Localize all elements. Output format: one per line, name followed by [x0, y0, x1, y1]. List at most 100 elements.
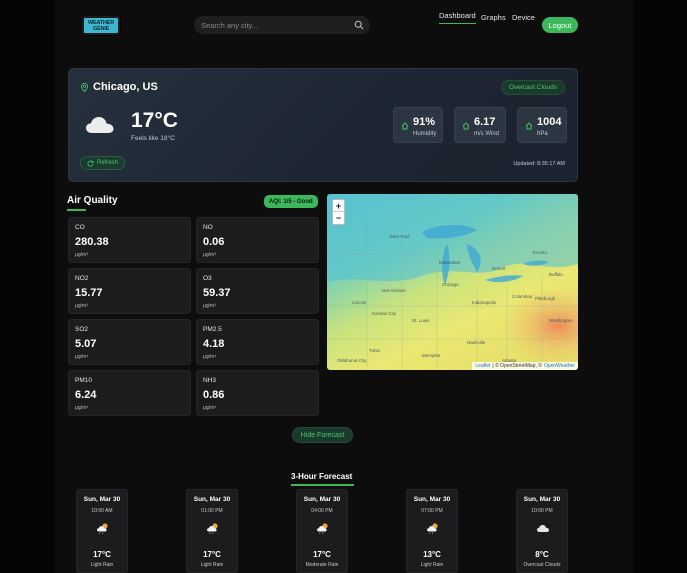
forecast-card: Sun, Mar 30 10:00 AM 17°C Light Rain: [76, 489, 128, 573]
pollutant-unit: μg/m³: [75, 354, 88, 360]
sun-cloud-rain-icon: [317, 523, 328, 535]
pressure-icon: [525, 122, 533, 130]
pollutant-value: 15.77: [75, 287, 103, 299]
search-icon[interactable]: [354, 20, 364, 30]
current-temperature: 17°C: [131, 109, 178, 132]
pollutant-value: 280.38: [75, 236, 109, 248]
forecast-temp: 17°C: [93, 550, 111, 559]
refresh-button[interactable]: Refresh: [80, 156, 125, 170]
wind-value: 6.17: [474, 116, 496, 128]
wind-label: m/s Wind: [474, 131, 500, 137]
map-label: St. Louis: [412, 318, 430, 323]
pollutant-name: PM2.5: [203, 326, 222, 333]
forecast-day: Sun, Mar 30: [523, 496, 561, 503]
map-label: Columbus: [512, 294, 533, 299]
city-heading: Chicago, US: [81, 81, 158, 93]
pressure-value: 1004: [537, 116, 562, 128]
sun-cloud-rain-icon: [427, 523, 438, 535]
pollutant-unit: μg/m³: [75, 405, 88, 411]
refresh-icon: [87, 160, 94, 167]
map-label: Milwaukee: [439, 260, 461, 265]
pollutant-value: 6.24: [75, 389, 97, 401]
pollutant-name: NH3: [203, 377, 217, 384]
pollutant-name: SO2: [75, 326, 89, 333]
map-attribution: Leaflet | © OpenStreetMap, © OpenWeather: [472, 362, 578, 370]
logo-text-line2: GENIE: [92, 25, 110, 32]
forecast-temp: 8°C: [535, 550, 549, 559]
humidity-value: 91%: [413, 116, 436, 128]
map-label: Chicago: [442, 282, 459, 287]
pollutant-name: O3: [203, 275, 212, 282]
zoom-out-button[interactable]: −: [333, 212, 344, 224]
refresh-label: Refresh: [96, 160, 118, 166]
leaflet-link[interactable]: Leaflet: [475, 363, 490, 369]
pollutant-value: 5.07: [75, 338, 97, 350]
forecast-day: Sun, Mar 30: [193, 496, 231, 503]
hide-forecast-button[interactable]: Hide Forecast: [292, 427, 353, 443]
openweather-link[interactable]: OpenWeather: [544, 363, 575, 369]
forecast-temp: 17°C: [203, 550, 221, 559]
forecast-day: Sun, Mar 30: [413, 496, 451, 503]
nav-dashboard[interactable]: Dashboard: [439, 11, 476, 24]
pollutant-unit: μg/m³: [203, 303, 216, 309]
pressure-label: hPa: [537, 131, 548, 137]
pollutant-unit: μg/m³: [75, 303, 88, 309]
weather-map[interactable]: Saint Paul Milwaukee Chicago Des Moines …: [327, 194, 578, 370]
map-label: Toronto: [532, 250, 548, 255]
cloud-icon: [537, 525, 549, 532]
search-bar: [194, 16, 370, 34]
overcast-cloud-icon: [86, 117, 114, 133]
pollutant-name: PM10: [75, 377, 92, 384]
map-label: Oklahoma City: [337, 358, 367, 363]
pollutant-name: NO: [203, 224, 213, 231]
map-label: Pittsburgh: [535, 296, 556, 301]
nav-graphs[interactable]: Graphs: [481, 13, 506, 22]
map-label: Saint Paul: [389, 234, 410, 239]
pollutant-name: NO2: [75, 275, 89, 282]
forecast-desc: Moderate Rain: [305, 562, 339, 568]
forecast-card: Sun, Mar 30 01:00 PM 17°C Light Rain: [186, 489, 238, 573]
pollutant-name: CO: [75, 224, 85, 231]
nav-device[interactable]: Device: [512, 13, 535, 22]
wind-stat: 6.17 m/s Wind: [454, 107, 506, 143]
zoom-in-button[interactable]: +: [333, 200, 344, 212]
pollutant-unit: μg/m³: [203, 252, 216, 258]
feels-like: Feels like 18°C: [131, 135, 175, 142]
pressure-stat: 1004 hPa: [517, 107, 567, 143]
pollutant-card: O3 59.37 μg/m³: [196, 268, 319, 314]
map-canvas[interactable]: Saint Paul Milwaukee Chicago Des Moines …: [327, 194, 578, 370]
search-input[interactable]: [194, 20, 344, 30]
wind-icon: [462, 122, 470, 130]
app-logo[interactable]: WEATHER GENIE: [82, 16, 120, 35]
forecast-time: 04:00 PM: [311, 508, 333, 514]
osm-attribution: | © OpenStreetMap, ©: [492, 363, 542, 369]
map-label: Lincoln: [352, 300, 367, 305]
forecast-time: 10:00 PM: [531, 508, 553, 514]
forecast-time: 01:00 PM: [201, 508, 223, 514]
location-pin-icon: [81, 82, 88, 92]
pollutant-value: 0.86: [203, 389, 225, 401]
map-label: Indianapolis: [472, 300, 497, 305]
condition-badge: Overcast Clouds: [500, 80, 565, 95]
pollutant-unit: μg/m³: [203, 405, 216, 411]
forecast-time: 07:00 PM: [421, 508, 443, 514]
sun-cloud-rain-icon: [207, 523, 218, 535]
logout-button[interactable]: Logout: [542, 17, 578, 33]
map-label: Detroit: [492, 266, 506, 271]
sun-cloud-rain-icon: [97, 523, 108, 535]
pollutant-card: PM10 6.24 μg/m³: [68, 370, 191, 416]
pollutant-card: NO 0.06 μg/m³: [196, 217, 319, 263]
city-name: Chicago, US: [93, 81, 158, 93]
forecast-time: 10:00 AM: [91, 508, 113, 514]
forecast-temp: 17°C: [313, 550, 331, 559]
map-label: Nashville: [467, 340, 486, 345]
aqi-badge: AQI: 1/5 - Good: [264, 195, 318, 208]
pollutant-card: CO 280.38 μg/m³: [68, 217, 191, 263]
forecast-temp: 13°C: [423, 550, 441, 559]
forecast-card: Sun, Mar 30 04:00 PM 17°C Moderate Rain: [296, 489, 348, 573]
humidity-label: Humidity: [413, 131, 437, 137]
forecast-card: Sun, Mar 30 07:00 PM 13°C Light Rain: [406, 489, 458, 573]
map-label: Memphis: [422, 353, 441, 358]
pollutant-card: NO2 15.77 μg/m³: [68, 268, 191, 314]
current-weather-card: Chicago, US Overcast Clouds 17°C Feels l…: [68, 68, 578, 182]
